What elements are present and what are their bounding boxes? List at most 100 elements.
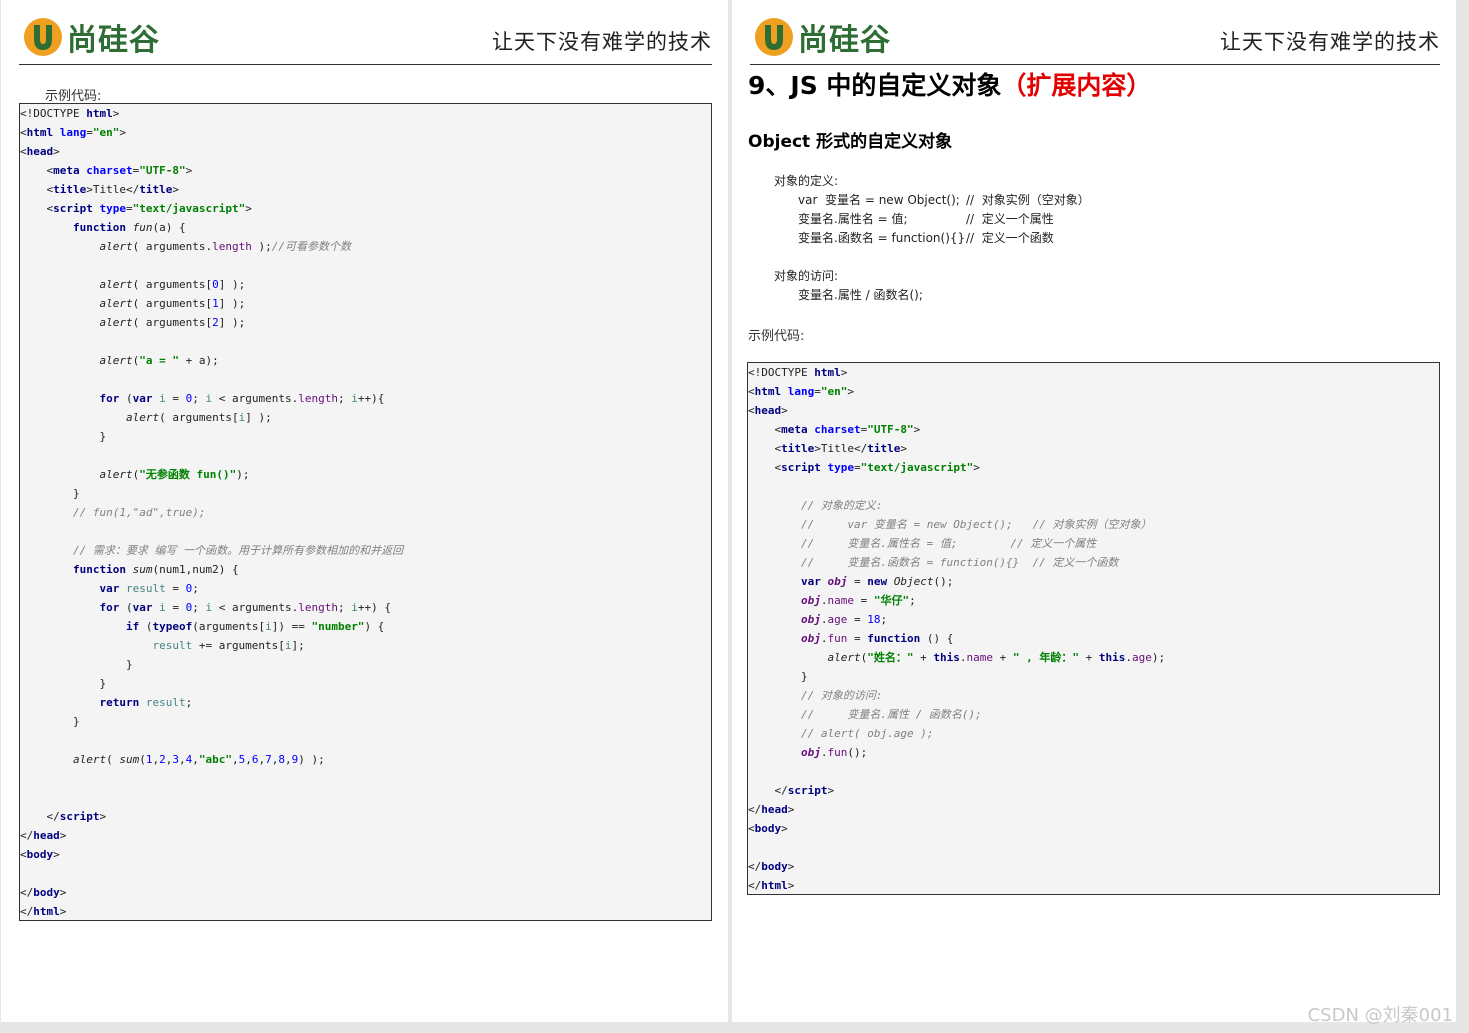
code-line: alert( sum(1,2,3,4,"abc",5,6,7,8,9) ); (72, 753, 325, 766)
access-text: 变量名.属性 / 函数名(); (798, 288, 923, 302)
code-line: obj.name = "华仔"; (800, 594, 916, 607)
code-line: </body> (20, 886, 67, 899)
code-line: for (var i = 0; i < arguments.length; i+… (99, 392, 385, 405)
code-line: if (typeof(arguments[i]) == "number") { (125, 620, 385, 633)
section-title-note: （扩展内容） (1001, 71, 1152, 100)
code-line: <!DOCTYPE html> (748, 366, 848, 379)
code-line: result += arguments[i]; (152, 639, 305, 652)
access-label: 对象的访问: (774, 269, 839, 283)
code-line: function fun(a) { (72, 221, 186, 234)
definition-comment: // 定义一个属性 (966, 212, 1054, 226)
code-line: // fun(1,"ad",true); (72, 506, 206, 519)
code-line: <html lang="en"> (748, 385, 854, 398)
page-header: 尚硅谷 让天下没有难学的技术 (19, 8, 712, 65)
code-line: function sum(num1,num2) { (72, 563, 239, 576)
code-line: <head> (20, 145, 60, 158)
code-line: obj.fun(); (800, 746, 868, 759)
subsection-title: Object 形式的自定义对象 (748, 132, 953, 152)
code-line: <!DOCTYPE html> (20, 107, 120, 120)
code-line: alert( arguments[1] ); (99, 297, 246, 310)
access-row: 变量名.属性 / 函数名(); (774, 286, 923, 305)
code-line: <meta charset="UTF-8"> (748, 423, 921, 436)
code-line: <body> (20, 848, 60, 861)
code-line: <title>Title</title> (748, 442, 907, 455)
definition-code: 变量名.函数名 = function(){} (798, 231, 966, 245)
code-line: </script> (748, 784, 835, 797)
definition-label: 对象的定义: (774, 174, 839, 188)
code-line: } (20, 487, 80, 500)
code-line: <script type="text/javascript"> (20, 202, 252, 215)
logo: 尚硅谷 (23, 14, 160, 60)
code-listing: <!DOCTYPE html> <html lang="en"> <head> <m… (748, 363, 1439, 894)
code-line: </html> (20, 905, 67, 918)
page-header: 尚硅谷 让天下没有难学的技术 (750, 8, 1440, 65)
logo-text: 尚硅谷 (798, 23, 891, 58)
code-line: for (var i = 0; i < arguments.length; i+… (99, 601, 391, 614)
logo-text: 尚硅谷 (67, 23, 160, 58)
section-title: 9、JS 中的自定义对象（扩展内容） (748, 66, 1151, 102)
header-slogan: 让天下没有难学的技术 (1220, 30, 1440, 54)
code-line: // 变量名.函数名 = function(){} // 定义一个函数 (800, 556, 1119, 569)
definition-code: 变量名.属性名 = 值; (798, 212, 908, 226)
code-line: // 变量名.属性 / 函数名(); (800, 708, 982, 721)
code-line: obj.fun = function () { (800, 632, 954, 645)
code-line: // alert( obj.age ); (800, 727, 934, 740)
code-line: </script> (20, 810, 107, 823)
code-line: } (20, 677, 107, 690)
code-line: alert( arguments[i] ); (125, 411, 272, 424)
example-code-label: 示例代码: (45, 89, 102, 104)
code-line: // 需求：要求 编写 一个函数。用于计算所有参数相加的和并返回 (72, 544, 404, 557)
object-definition: 对象的定义: var 变量名 = new Object(); // 对象实例（空… (774, 172, 1090, 248)
code-line: <html lang="en"> (20, 126, 126, 139)
definition-row: 变量名.函数名 = function(){} // 定义一个函数 (774, 229, 1090, 248)
code-line: var result = 0; (99, 582, 199, 595)
code-line: var obj = new Object(); (800, 575, 954, 588)
document-page-right: 尚硅谷 让天下没有难学的技术 9、JS 中的自定义对象（扩展内容） Object… (732, 0, 1456, 1022)
code-line: </head> (748, 803, 795, 816)
code-line: alert( arguments.length );//可看参数个数 (99, 240, 351, 253)
watermark: CSDN @刘秦001 (1307, 1005, 1453, 1026)
code-line: } (20, 715, 80, 728)
definition-code: var 变量名 = new Object(); (798, 193, 960, 207)
code-line: } (20, 658, 133, 671)
code-line: alert("a = " + a); (99, 354, 219, 367)
code-line: alert( arguments[2] ); (99, 316, 246, 329)
object-access: 对象的访问: 变量名.属性 / 函数名(); (774, 267, 923, 305)
code-line: // var 变量名 = new Object(); // 对象实例（空对象） (800, 518, 1152, 531)
code-line: <meta charset="UTF-8"> (20, 164, 193, 177)
code-line: <title>Title</title> (20, 183, 179, 196)
logo-icon (754, 17, 794, 57)
code-block: <!DOCTYPE html> <html lang="en"> <head> <m… (19, 103, 712, 921)
code-line: </head> (20, 829, 67, 842)
code-line: alert("姓名：" + this.name + " , 年龄：" + thi… (827, 651, 1166, 664)
section-title-main: 9、JS 中的自定义对象 (748, 71, 1002, 100)
code-block: <!DOCTYPE html> <html lang="en"> <head> <m… (747, 362, 1440, 895)
definition-comment: // 定义一个函数 (966, 231, 1054, 245)
code-line: // 对象的访问: (800, 689, 883, 702)
code-line: // 变量名.属性名 = 值; // 定义一个属性 (800, 537, 1097, 550)
code-line: obj.age = 18; (800, 613, 888, 626)
code-line: alert("无参函数 fun()"); (99, 468, 250, 481)
code-line: </body> (748, 860, 795, 873)
code-line: <script type="text/javascript"> (748, 461, 980, 474)
document-page-left: 尚硅谷 让天下没有难学的技术 示例代码: <!DOCTYPE html> <htm… (1, 0, 728, 1022)
header-slogan: 让天下没有难学的技术 (492, 30, 712, 54)
definition-row: 变量名.属性名 = 值; // 定义一个属性 (774, 210, 1090, 229)
code-line: return result; (99, 696, 193, 709)
code-line: } (20, 430, 107, 443)
logo-icon (23, 17, 63, 57)
example-code-label: 示例代码: (748, 329, 805, 344)
code-line: alert( arguments[0] ); (99, 278, 246, 291)
definition-row: var 变量名 = new Object(); // 对象实例（空对象） (774, 191, 1090, 210)
